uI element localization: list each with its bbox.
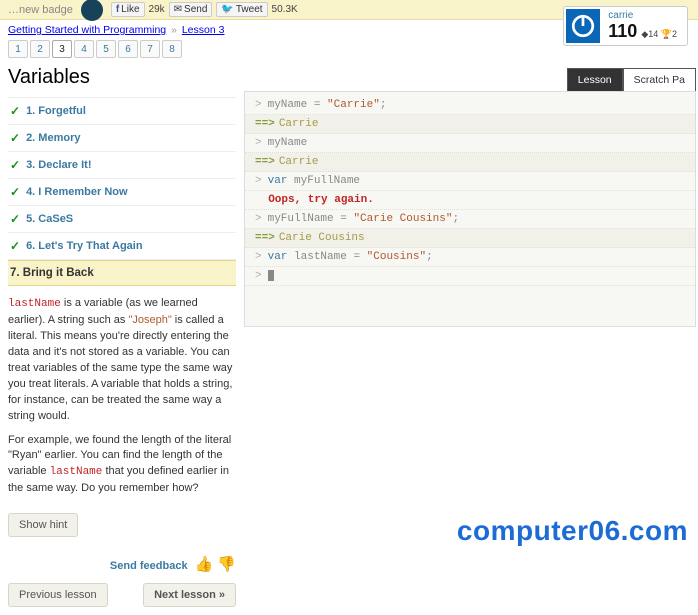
pager-page[interactable]: 1 xyxy=(8,40,28,58)
breadcrumb-sep: » xyxy=(171,24,177,36)
pager-page[interactable]: 5 xyxy=(96,40,116,58)
step-item[interactable]: ✓ 3. Declare It! xyxy=(8,152,236,179)
check-icon: ✓ xyxy=(10,104,20,118)
breadcrumb-course[interactable]: Getting Started with Programming xyxy=(8,24,166,36)
user-info: carrie 110 ◆14 🏆2 xyxy=(600,10,685,42)
twitter-icon: 🐦 xyxy=(221,4,233,15)
console-line: >var myFullName xyxy=(245,172,695,191)
facebook-icon: f xyxy=(116,4,119,15)
send-feedback-link[interactable]: Send feedback xyxy=(110,560,188,572)
pager-page[interactable]: 2 xyxy=(30,40,50,58)
step-label[interactable]: 5. CaSeS xyxy=(26,213,73,225)
user-badges: ◆14 🏆2 xyxy=(641,29,677,40)
step-item[interactable]: ✓ 5. CaSeS xyxy=(8,206,236,233)
step-item[interactable]: ✓ 6. Let's Try That Again xyxy=(8,233,236,260)
tab-scratch[interactable]: Scratch Pa xyxy=(623,68,696,91)
console-line: >myFullName = "Carie Cousins"; xyxy=(245,210,695,229)
console[interactable]: >myName = "Carrie";==>Carrie>myName==>Ca… xyxy=(244,91,696,327)
console-line: Oops, try again. xyxy=(245,191,695,210)
step-item[interactable]: 7. Bring it Back xyxy=(8,260,236,286)
trophy-icon: 🏆 xyxy=(661,29,672,39)
send-icon: ✉ xyxy=(174,4,182,15)
pager-page[interactable]: 8 xyxy=(162,40,182,58)
lesson-nav: Previous lesson Next lesson » xyxy=(8,583,236,607)
step-item[interactable]: ✓ 2. Memory xyxy=(8,125,236,152)
check-icon: ✓ xyxy=(10,185,20,199)
step-item[interactable]: ✓ 4. I Remember Now xyxy=(8,179,236,206)
step-label[interactable]: 2. Memory xyxy=(26,132,80,144)
editor-tabs: Lesson Scratch Pa xyxy=(244,68,696,91)
check-icon: ✓ xyxy=(10,158,20,172)
lesson-body: lastName is a variable (as we learned ea… xyxy=(8,296,236,497)
user-card[interactable]: carrie 110 ◆14 🏆2 xyxy=(563,6,688,46)
check-icon: ✓ xyxy=(10,212,20,226)
previous-lesson-button[interactable]: Previous lesson xyxy=(8,583,108,607)
console-line: ==>Carrie xyxy=(245,153,695,172)
check-icon: ✓ xyxy=(10,131,20,145)
user-points: 110 xyxy=(608,21,637,42)
show-hint-button[interactable]: Show hint xyxy=(8,513,78,537)
section-title: Variables xyxy=(8,66,236,89)
tweet-count: 50.3K xyxy=(272,4,298,15)
badge-icon xyxy=(81,0,103,21)
breadcrumb-lesson[interactable]: Lesson 3 xyxy=(182,24,225,36)
thumbs-up-icon[interactable]: 👍 xyxy=(195,556,214,573)
next-lesson-button[interactable]: Next lesson » xyxy=(143,583,236,607)
step-label[interactable]: 1. Forgetful xyxy=(26,105,86,117)
pager-page[interactable]: 6 xyxy=(118,40,138,58)
send-button[interactable]: ✉ Send xyxy=(169,2,213,17)
console-line: ==>Carrie xyxy=(245,115,695,134)
thumbs-down-icon[interactable]: 👎 xyxy=(217,556,236,573)
console-line: >myName xyxy=(245,134,695,153)
step-label[interactable]: 4. I Remember Now xyxy=(26,186,127,198)
tab-lesson[interactable]: Lesson xyxy=(567,68,623,91)
power-icon xyxy=(570,13,596,39)
pager: 12345678 xyxy=(8,40,236,58)
watermark: computer06.com xyxy=(457,515,688,547)
pager-page[interactable]: 3 xyxy=(52,40,72,58)
like-button[interactable]: f Like xyxy=(111,2,145,17)
check-icon: ✓ xyxy=(10,239,20,253)
step-label: 7. Bring it Back xyxy=(10,267,94,279)
avatar xyxy=(566,9,600,43)
like-count: 29k xyxy=(149,4,165,15)
console-line: ==>Carie Cousins xyxy=(245,229,695,248)
social-buttons: f Like 29k ✉ Send 🐦 Tweet 50.3K xyxy=(111,2,298,17)
console-line: >var lastName = "Cousins"; xyxy=(245,248,695,267)
feedback-row: Send feedback 👍👎 xyxy=(8,555,236,573)
pager-page[interactable]: 7 xyxy=(140,40,160,58)
lesson-paragraph: lastName is a variable (as we learned ea… xyxy=(8,296,236,425)
user-name: carrie xyxy=(608,10,677,21)
pager-page[interactable]: 4 xyxy=(74,40,94,58)
steps-list: ✓ 1. Forgetful ✓ 2. Memory ✓ 3. Declare It! ✓ 4… xyxy=(8,97,236,286)
step-item[interactable]: ✓ 1. Forgetful xyxy=(8,98,236,125)
lesson-paragraph: For example, we found the length of the … xyxy=(8,433,236,498)
banner-text: …new badge xyxy=(8,4,73,16)
left-panel: 12345678 Variables ✓ 1. Forgetful ✓ 2. Memo… xyxy=(0,40,242,615)
tweet-button[interactable]: 🐦 Tweet xyxy=(216,2,267,17)
step-label[interactable]: 6. Let's Try That Again xyxy=(26,240,143,252)
console-line: >myName = "Carrie"; xyxy=(245,96,695,115)
console-line: > xyxy=(245,267,695,286)
step-label[interactable]: 3. Declare It! xyxy=(26,159,91,171)
